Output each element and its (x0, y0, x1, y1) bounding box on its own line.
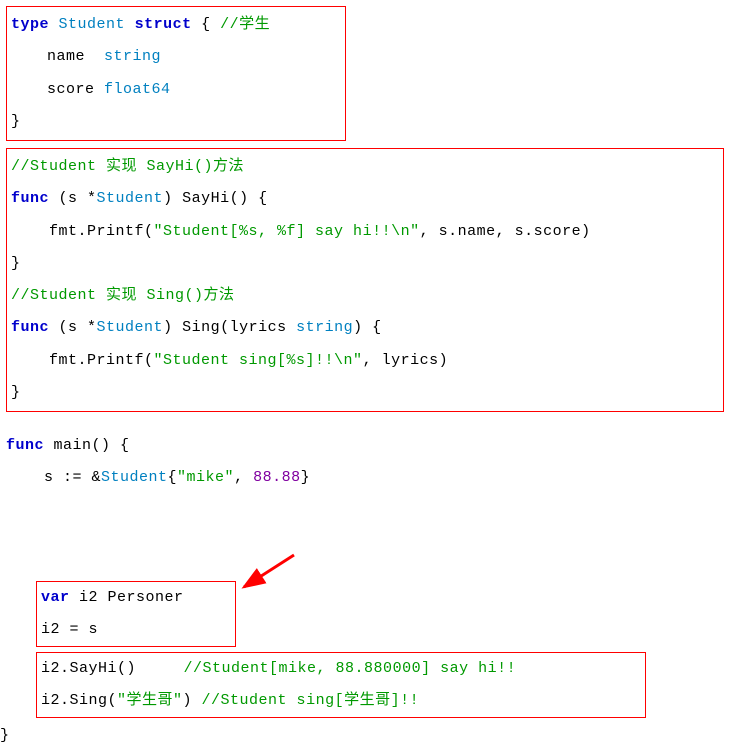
code-line: } (0, 720, 10, 752)
keyword-type: type (11, 16, 49, 33)
signature-close: ) { (353, 319, 382, 336)
brace: { (201, 16, 211, 33)
code-line: } (11, 248, 721, 280)
call-prefix: i2.Sing( (41, 692, 117, 709)
code-line: func (s *Student) Sing(lyrics string) { (11, 312, 721, 344)
interface-calls-block: i2.SayHi() //Student[mike, 88.880000] sa… (36, 652, 646, 719)
var-declaration-block: var i2 Personer i2 = s (36, 581, 236, 648)
keyword-var: var (41, 589, 70, 606)
code-line: i2 = s (41, 614, 231, 646)
code-line: } (11, 106, 343, 138)
brace: } (0, 727, 10, 744)
code-line: score float64 (11, 74, 343, 106)
call: i2.SayHi() (41, 660, 136, 677)
keyword-func: func (11, 190, 49, 207)
brace: } (11, 113, 21, 130)
signature-rest: ) SayHi() { (163, 190, 268, 207)
main-signature: main() { (44, 437, 130, 454)
string-literal: "mike" (177, 469, 234, 486)
code-line: type Student struct { //学生 (11, 9, 343, 41)
receiver-type: Student (97, 319, 164, 336)
call-suffix: , s.name, s.score) (420, 223, 591, 240)
brace: } (11, 255, 21, 272)
keyword-struct: struct (135, 16, 192, 33)
output-comment: //Student sing[学生哥]!! (202, 692, 420, 709)
receiver-open: (s * (59, 190, 97, 207)
field-type: float64 (104, 81, 171, 98)
assign-prefix: s := & (6, 469, 101, 486)
receiver-type: Student (97, 190, 164, 207)
signature-mid: ) Sing(lyrics (163, 319, 296, 336)
main-function-block: func main() { s := &Student{"mike", 88.8… (6, 430, 726, 735)
comment: //学生 (220, 16, 270, 33)
string-literal: "Student[%s, %f] say hi!!\n" (154, 223, 420, 240)
assign-type: Student (101, 469, 168, 486)
main-body-wrap: var i2 Personer i2 = s i2.SayHi() //Stud… (6, 495, 726, 735)
code-line: func (s *Student) SayHi() { (11, 183, 721, 215)
field-type: string (104, 48, 161, 65)
receiver-open: (s * (59, 319, 97, 336)
methods-block: //Student 实现 SayHi()方法 func (s *Student)… (6, 148, 724, 412)
call-prefix: fmt.Printf( (11, 223, 154, 240)
brace: } (301, 469, 311, 486)
keyword-func: func (11, 319, 49, 336)
brace: { (168, 469, 178, 486)
arrow-icon (234, 549, 304, 599)
struct-definition-block: type Student struct { //学生 name string s… (6, 6, 346, 141)
code-line: i2.SayHi() //Student[mike, 88.880000] sa… (41, 653, 641, 685)
string-literal: "Student sing[%s]!!\n" (154, 352, 363, 369)
code-line: fmt.Printf("Student sing[%s]!!\n", lyric… (11, 345, 721, 377)
code-line: name string (11, 41, 343, 73)
number-literal: 88.88 (253, 469, 301, 486)
field-name: score (47, 81, 95, 98)
code-line: fmt.Printf("Student[%s, %f] say hi!!\n",… (11, 216, 721, 248)
keyword-func: func (6, 437, 44, 454)
brace: } (11, 384, 21, 401)
code-line: s := &Student{"mike", 88.88} (6, 462, 726, 494)
comment-line: //Student 实现 Sing()方法 (11, 280, 721, 312)
sep: , (234, 469, 253, 486)
param-type: string (296, 319, 353, 336)
field-name: name (47, 48, 85, 65)
string-literal: "学生哥" (117, 692, 183, 709)
assign: i2 = s (41, 621, 98, 638)
comment: //Student 实现 SayHi()方法 (11, 158, 244, 175)
call-prefix: fmt.Printf( (11, 352, 154, 369)
comment: //Student 实现 Sing()方法 (11, 287, 235, 304)
code-line: } (11, 377, 721, 409)
comment-line: //Student 实现 SayHi()方法 (11, 151, 721, 183)
padding (136, 660, 184, 677)
output-comment: //Student[mike, 88.880000] say hi!! (184, 660, 517, 677)
type-name: Student (59, 16, 126, 33)
code-line: var i2 Personer (41, 582, 231, 614)
call-suffix: , lyrics) (363, 352, 449, 369)
code-line: func main() { (6, 430, 726, 462)
var-rest: i2 Personer (70, 589, 184, 606)
call-suffix: ) (183, 692, 202, 709)
